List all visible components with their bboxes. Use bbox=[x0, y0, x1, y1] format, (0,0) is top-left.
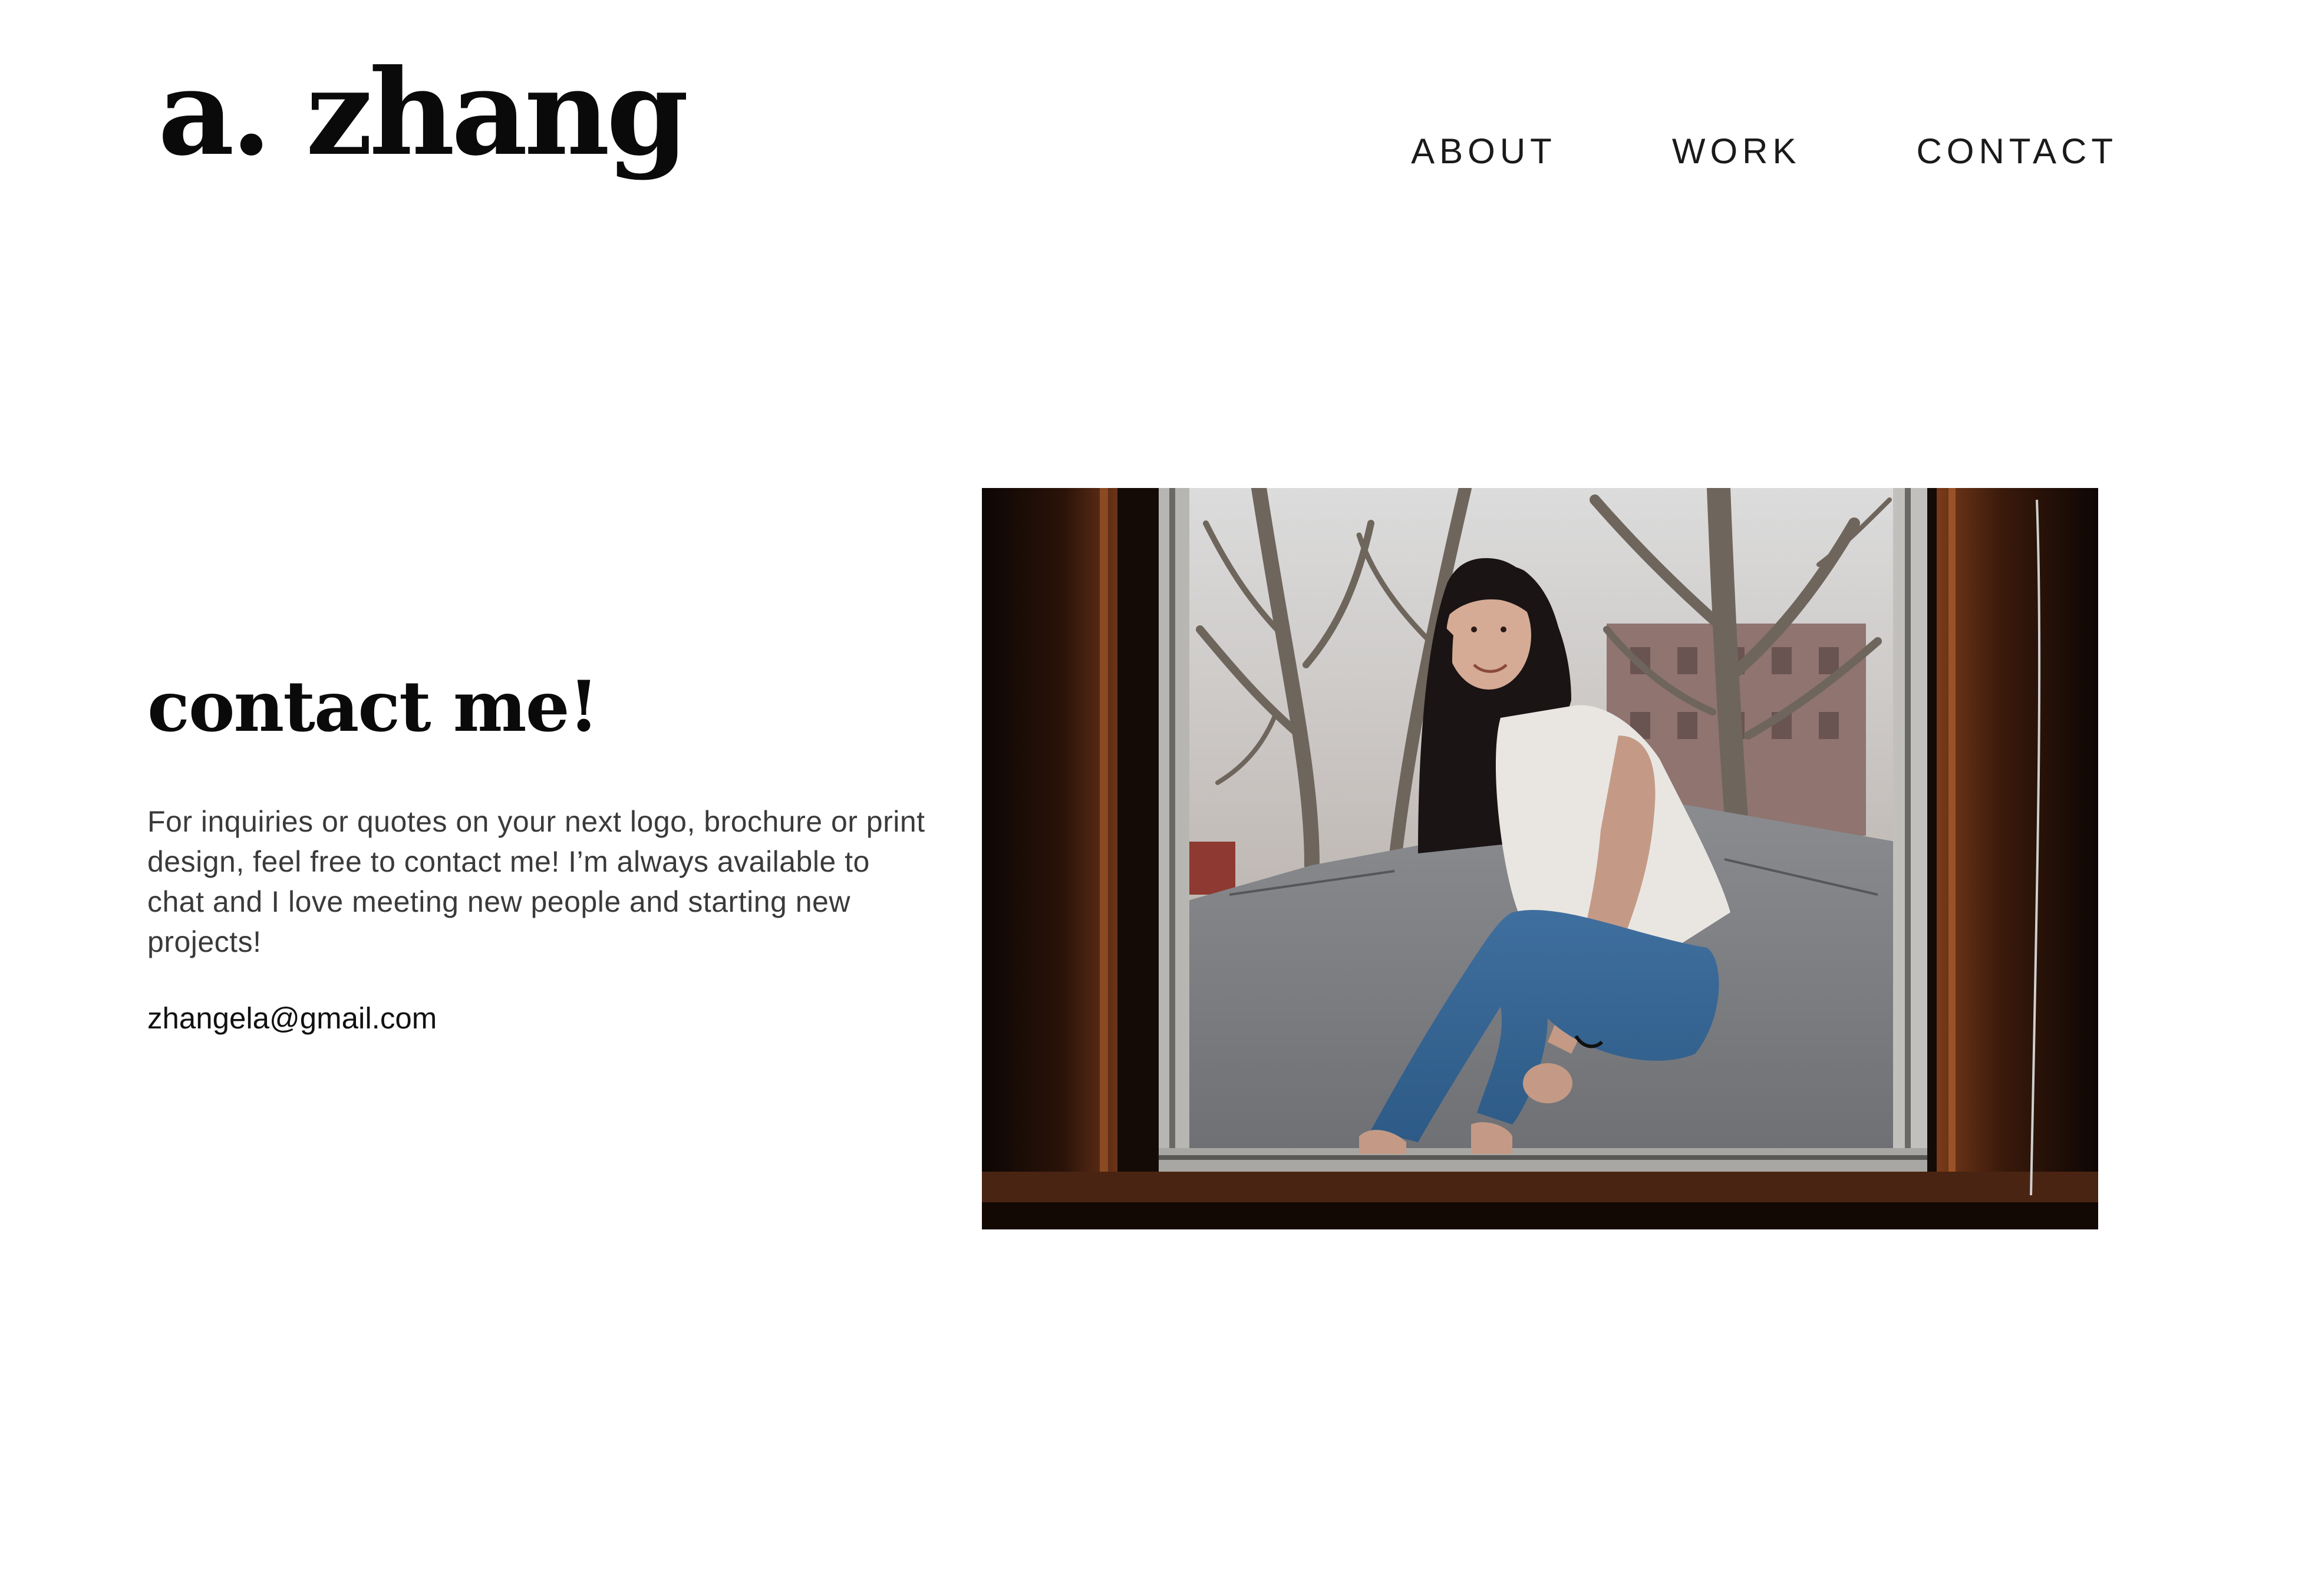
portrait-photo-illustration bbox=[982, 488, 2098, 1229]
nav-link-work[interactable]: WORK bbox=[1672, 131, 1801, 172]
contact-email-link[interactable]: zhangela@gmail.com bbox=[147, 1001, 437, 1036]
contact-heading: contact me! bbox=[147, 665, 599, 747]
main-nav: ABOUT WORK CONTACT bbox=[1411, 131, 2118, 172]
nav-link-contact[interactable]: CONTACT bbox=[1916, 131, 2118, 172]
contact-description: For inquiries or quotes on your next log… bbox=[147, 805, 925, 958]
nav-link-about[interactable]: ABOUT bbox=[1411, 131, 1557, 172]
portrait-photo bbox=[982, 488, 2098, 1229]
site-logo[interactable]: a. zhang bbox=[158, 54, 689, 172]
